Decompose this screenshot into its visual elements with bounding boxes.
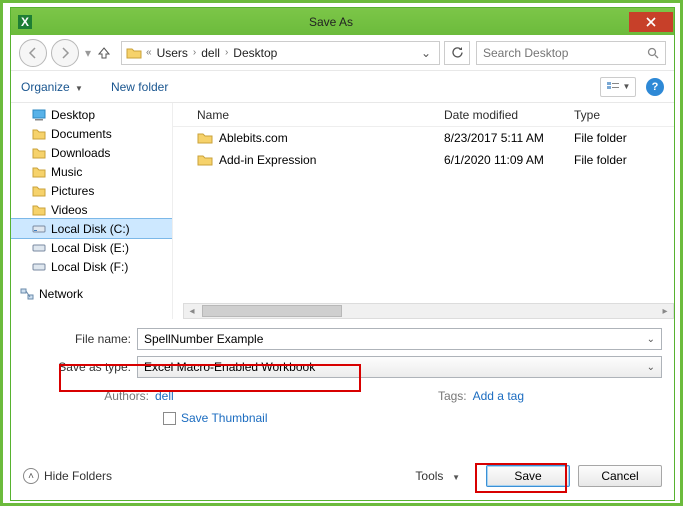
- chevron-icon: ›: [193, 47, 196, 58]
- tree-item-music[interactable]: Music: [11, 162, 172, 181]
- scroll-right-button[interactable]: ▸: [657, 304, 673, 318]
- scroll-thumb[interactable]: [202, 305, 342, 317]
- hide-folders-button[interactable]: ˄ Hide Folders: [23, 468, 112, 484]
- organize-menu[interactable]: Organize ▼: [21, 80, 83, 94]
- chevron-down-icon: ▼: [623, 82, 631, 91]
- savetype-select[interactable]: Excel Macro-Enabled Workbook ⌄: [137, 356, 662, 378]
- back-button[interactable]: [19, 39, 47, 67]
- filename-label: File name:: [29, 332, 137, 346]
- breadcrumb-desktop[interactable]: Desktop: [230, 46, 280, 60]
- list-item[interactable]: Ablebits.com 8/23/2017 5:11 AM File fold…: [173, 127, 674, 149]
- chevron-down-icon[interactable]: ⌄: [647, 334, 655, 345]
- save-thumbnail-label: Save Thumbnail: [181, 411, 268, 425]
- authors-value[interactable]: dell: [155, 389, 174, 403]
- navbar: ▾ « Users › dell › Desktop ⌄: [11, 35, 674, 71]
- address-dropdown[interactable]: ⌄: [417, 46, 435, 60]
- folder-icon: [197, 153, 213, 167]
- tree-item-local-disk-e[interactable]: Local Disk (E:): [11, 238, 172, 257]
- tree-item-local-disk-f[interactable]: Local Disk (F:): [11, 257, 172, 276]
- new-folder-button[interactable]: New folder: [111, 80, 168, 94]
- close-button[interactable]: [629, 12, 673, 32]
- list-item[interactable]: Add-in Expression 6/1/2020 11:09 AM File…: [173, 149, 674, 171]
- cancel-button[interactable]: Cancel: [578, 465, 662, 487]
- breadcrumb-users[interactable]: Users: [154, 46, 191, 60]
- folder-icon: [197, 131, 213, 145]
- scroll-left-button[interactable]: ◂: [184, 304, 200, 318]
- chevron-down-icon: ▼: [452, 473, 460, 482]
- up-button[interactable]: [97, 46, 115, 60]
- save-thumbnail-checkbox[interactable]: [163, 412, 176, 425]
- folder-tree: Desktop Documents Downloads Music Pictur…: [11, 103, 173, 319]
- window-title: Save As: [33, 15, 629, 29]
- column-name[interactable]: Name: [173, 108, 444, 122]
- view-options-button[interactable]: ▼: [600, 77, 636, 97]
- footer: ˄ Hide Folders Tools ▼ Save Cancel: [23, 462, 662, 490]
- tags-label: Tags:: [433, 389, 473, 403]
- chevron-icon: ›: [225, 47, 228, 58]
- folder-icon: [126, 45, 142, 61]
- address-bar[interactable]: « Users › dell › Desktop ⌄: [121, 41, 440, 65]
- save-button[interactable]: Save: [486, 465, 570, 487]
- tree-item-videos[interactable]: Videos: [11, 200, 172, 219]
- chevron-icon: «: [146, 47, 152, 58]
- tools-menu[interactable]: Tools ▼: [415, 469, 460, 483]
- file-list: Name Date modified Type Ablebits.com 8/2…: [173, 103, 674, 319]
- titlebar: X Save As: [11, 8, 674, 35]
- svg-text:X: X: [21, 15, 29, 29]
- column-type[interactable]: Type: [574, 108, 674, 122]
- search-box[interactable]: [476, 41, 666, 65]
- tags-value[interactable]: Add a tag: [473, 389, 524, 403]
- app-icon: X: [17, 14, 33, 30]
- list-header[interactable]: Name Date modified Type: [173, 103, 674, 127]
- search-icon: [647, 47, 659, 59]
- savetype-label: Save as type:: [29, 360, 137, 374]
- toolbar: Organize ▼ New folder ▼ ?: [11, 71, 674, 103]
- horizontal-scrollbar[interactable]: ◂ ▸: [183, 303, 674, 319]
- chevron-up-icon: ˄: [23, 468, 39, 484]
- tree-item-downloads[interactable]: Downloads: [11, 143, 172, 162]
- tree-item-network[interactable]: Network: [11, 284, 172, 303]
- breadcrumb-dell[interactable]: dell: [198, 46, 223, 60]
- tree-item-documents[interactable]: Documents: [11, 124, 172, 143]
- nav-history-dropdown[interactable]: ▾: [83, 46, 93, 60]
- help-button[interactable]: ?: [646, 78, 664, 96]
- tree-item-local-disk-c[interactable]: Local Disk (C:): [11, 219, 172, 238]
- tree-item-pictures[interactable]: Pictures: [11, 181, 172, 200]
- chevron-down-icon: ▼: [75, 84, 83, 93]
- chevron-down-icon[interactable]: ⌄: [647, 362, 655, 373]
- column-date[interactable]: Date modified: [444, 108, 574, 122]
- refresh-button[interactable]: [444, 41, 470, 65]
- forward-button[interactable]: [51, 39, 79, 67]
- search-input[interactable]: [483, 46, 647, 60]
- authors-label: Authors:: [55, 389, 155, 403]
- tree-item-desktop[interactable]: Desktop: [11, 105, 172, 124]
- filename-input[interactable]: SpellNumber Example ⌄: [137, 328, 662, 350]
